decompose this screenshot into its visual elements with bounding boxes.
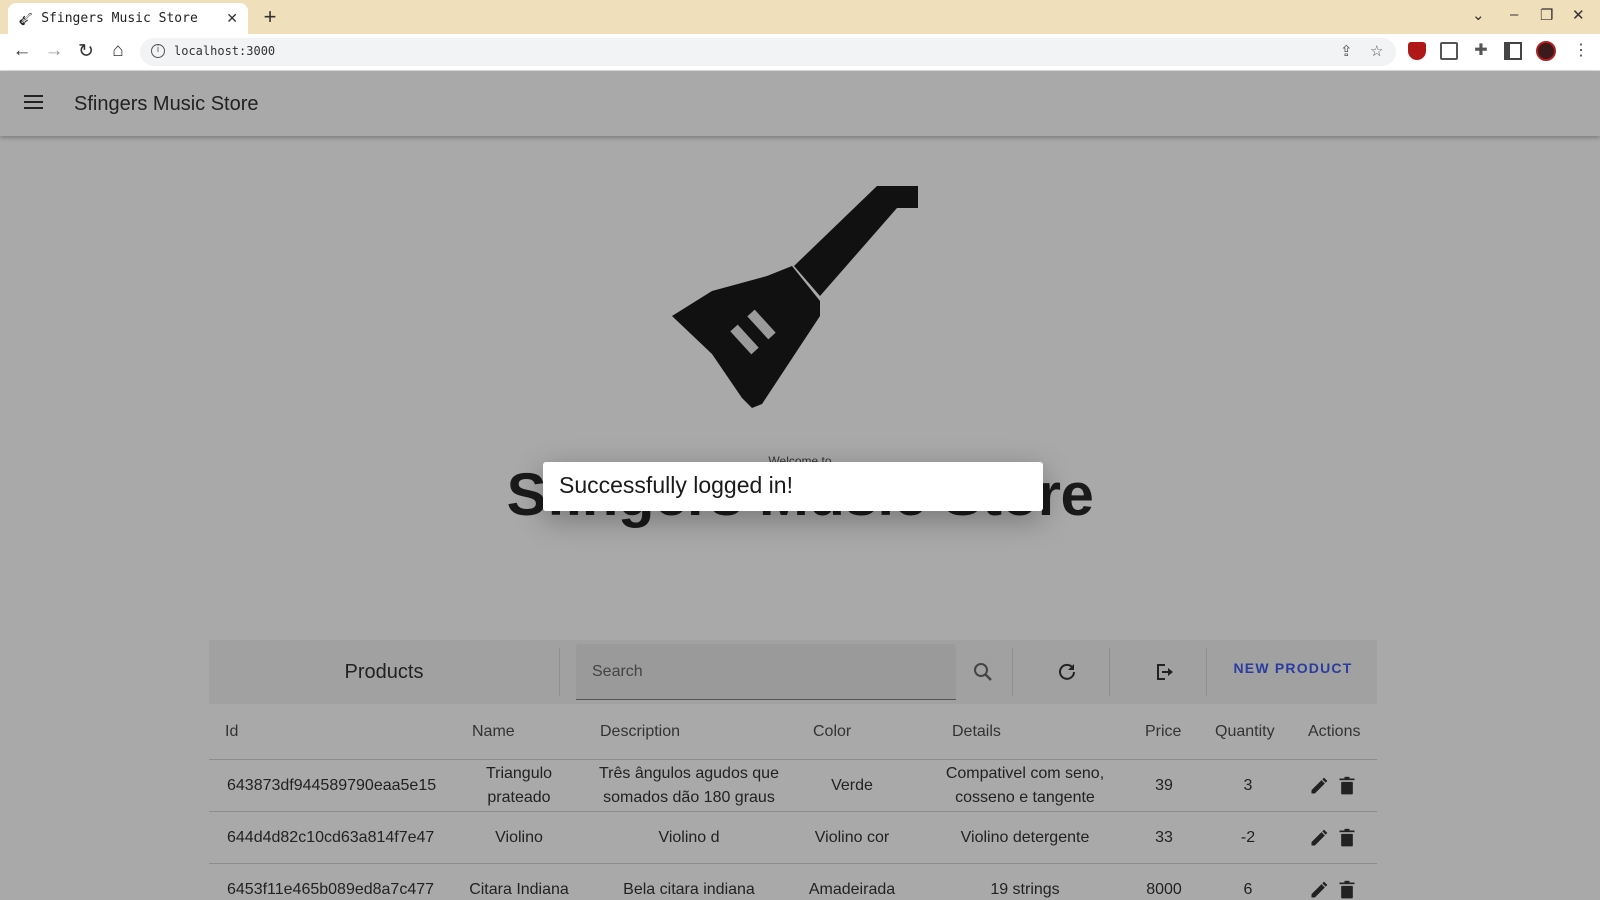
ublock-extension-icon[interactable] (1408, 42, 1426, 60)
products-table: Id Name Description Color Details Price … (209, 704, 1377, 900)
search-field[interactable] (576, 644, 956, 700)
browser-tab[interactable]: 🎸︎ Sfingers Music Store ✕ (8, 3, 248, 34)
delete-icon[interactable] (1337, 828, 1357, 848)
products-panel: Products NEW PRODUCT Id Name Description… (209, 640, 1377, 900)
browser-menu-icon[interactable]: ⋮ (1572, 42, 1590, 60)
cell-price: 8000 (1146, 881, 1182, 898)
cell-details: Compativel com seno, cosseno e tangente (945, 765, 1105, 806)
cell-name: Citara Indiana (469, 881, 569, 898)
products-header: Products NEW PRODUCT (209, 640, 1377, 704)
extensions-puzzle-icon[interactable]: ✚ (1472, 42, 1490, 60)
home-icon[interactable]: ⌂ (106, 40, 130, 62)
refresh-icon[interactable] (1055, 660, 1079, 684)
cell-id: 643873df944589790eaa5e15 (227, 777, 437, 794)
cell-id: 6453f11e465b089ed8a7c477 (227, 881, 435, 898)
cell-name: Violino (495, 829, 543, 846)
delete-icon[interactable] (1337, 880, 1357, 900)
cell-quantity: 6 (1243, 881, 1253, 898)
table-row: 643873df944589790eaa5e15 Triangulo prate… (209, 760, 1377, 812)
table-row: 6453f11e465b089ed8a7c477 Citara Indiana … (209, 864, 1377, 900)
new-product-button[interactable]: NEW PRODUCT (1209, 660, 1377, 676)
column-header-id[interactable]: Id (225, 723, 238, 741)
cell-quantity: 3 (1243, 777, 1253, 794)
delete-icon[interactable] (1337, 776, 1357, 796)
cell-price: 39 (1155, 777, 1173, 794)
table-row: 644d4d82c10cd63a814f7e47 Violino Violino… (209, 812, 1377, 864)
divider (1109, 648, 1110, 696)
restore-icon[interactable]: ❐ (1540, 6, 1553, 24)
cell-description: Bela citara indiana (623, 881, 755, 898)
cell-name: Triangulo prateado (485, 765, 553, 806)
tab-search-chevron-icon[interactable]: ⌄ (1472, 6, 1485, 24)
search-icon[interactable] (971, 660, 995, 684)
cell-description: Violino d (658, 829, 720, 846)
browser-toolbar: ← → ↻ ⌂ i localhost:3000 ⇪ ☆ ✚ ⋮ (0, 34, 1600, 71)
back-icon[interactable]: ← (10, 40, 34, 62)
success-toast: Successfully logged in! (543, 462, 1043, 511)
divider (1206, 648, 1207, 696)
hamburger-menu-icon[interactable] (24, 95, 43, 109)
cell-color: Violino cor (814, 829, 890, 846)
tab-title: Sfingers Music Store (41, 11, 198, 26)
bookmark-star-icon[interactable]: ☆ (1370, 42, 1383, 60)
column-header-color[interactable]: Color (813, 723, 851, 741)
cell-details: 19 strings (990, 881, 1060, 898)
column-header-price[interactable]: Price (1145, 723, 1181, 741)
edit-icon[interactable] (1309, 828, 1329, 848)
column-header-details[interactable]: Details (952, 723, 1001, 741)
site-info-icon[interactable]: i (151, 44, 165, 58)
search-input[interactable] (576, 644, 956, 699)
cell-description: Três ângulos agudos que somados dão 180 … (599, 765, 779, 806)
tab-close-icon[interactable]: ✕ (226, 10, 238, 27)
url-text[interactable]: localhost:3000 (174, 44, 275, 58)
app-bar: Sfingers Music Store (0, 71, 1600, 136)
table-header: Id Name Description Color Details Price … (209, 704, 1377, 760)
cell-details: Violino detergente (960, 829, 1090, 846)
browser-tab-bar: 🎸︎ Sfingers Music Store ✕ + ⌄ – ❐ ✕ (0, 0, 1600, 34)
app-title: Sfingers Music Store (74, 93, 259, 115)
guitar-favicon-icon: 🎸︎ (18, 11, 34, 26)
column-header-name[interactable]: Name (472, 723, 515, 741)
cell-color: Verde (831, 777, 873, 794)
divider (1012, 648, 1013, 696)
close-window-icon[interactable]: ✕ (1572, 6, 1585, 24)
cell-price: 33 (1155, 829, 1173, 846)
new-tab-icon[interactable]: + (258, 4, 282, 30)
logout-icon[interactable] (1152, 660, 1176, 684)
products-title: Products (344, 661, 424, 683)
reload-icon[interactable]: ↻ (74, 40, 98, 63)
cell-color: Amadeirada (808, 881, 896, 898)
column-header-description[interactable]: Description (600, 723, 680, 741)
profile-avatar[interactable] (1536, 41, 1556, 61)
cell-quantity: -2 (1240, 829, 1256, 846)
column-header-actions: Actions (1308, 723, 1361, 740)
film-extension-icon[interactable] (1440, 42, 1458, 60)
share-icon[interactable]: ⇪ (1340, 42, 1353, 60)
minimize-icon[interactable]: – (1510, 6, 1518, 23)
address-bar[interactable]: i localhost:3000 ⇪ ☆ (140, 38, 1396, 66)
divider (559, 648, 560, 696)
edit-icon[interactable] (1309, 776, 1329, 796)
forward-icon[interactable]: → (42, 40, 66, 62)
toast-message: Successfully logged in! (559, 472, 793, 498)
edit-icon[interactable] (1309, 880, 1329, 900)
guitar-logo-icon (672, 186, 918, 408)
column-header-quantity[interactable]: Quantity (1215, 723, 1275, 741)
cell-id: 644d4d82c10cd63a814f7e47 (227, 829, 435, 846)
side-panel-icon[interactable] (1504, 42, 1522, 60)
